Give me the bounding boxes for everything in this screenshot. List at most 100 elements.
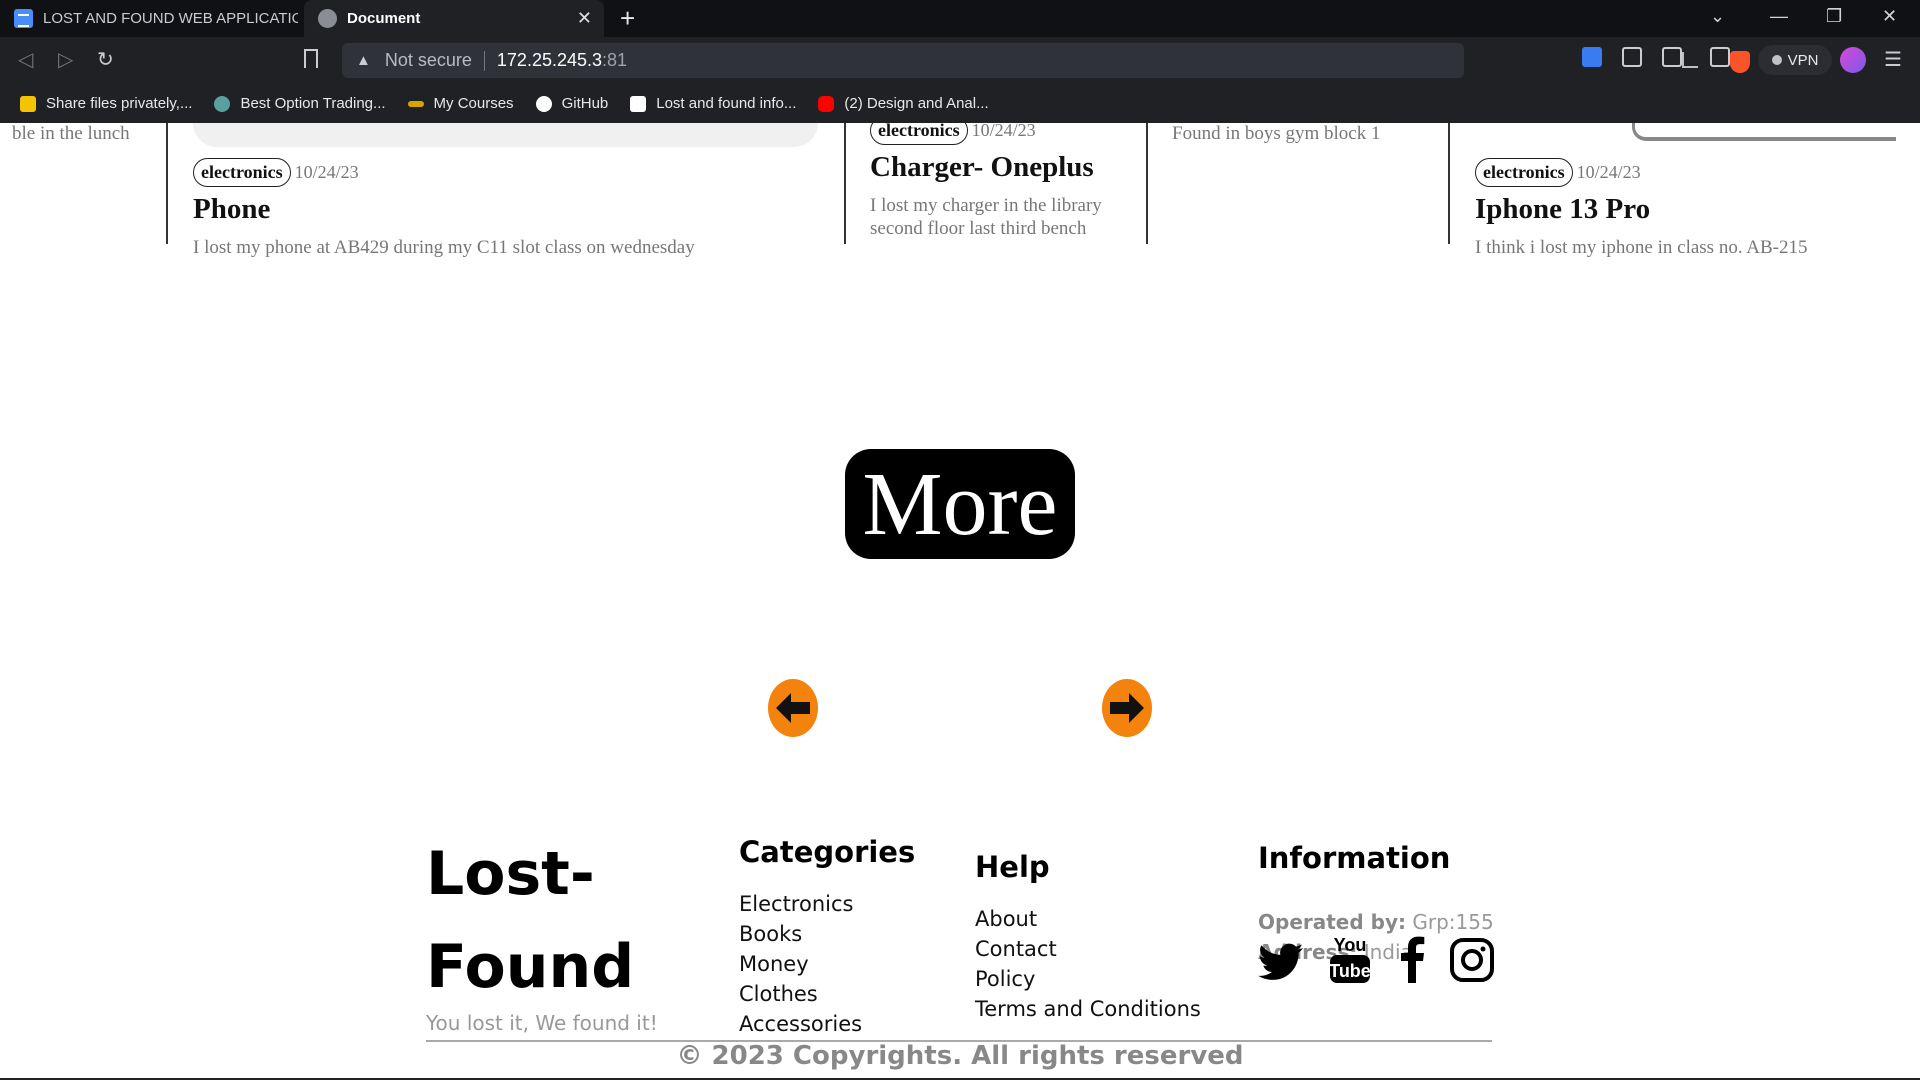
brand-line: Lost- (426, 839, 595, 909)
categories-list: Electronics Books Money Clothes Accessor… (739, 889, 862, 1039)
bookmark-favicon (407, 100, 424, 107)
toolbar: ◁ ▷ ↻ ▲ Not secure 172.25.245.3 :81 VPN … (0, 37, 1920, 84)
footer-link-category[interactable]: Money (739, 949, 862, 979)
card-divider (166, 123, 168, 244)
page-content: ble in the lunch electronics 10/24/23 Pho… (0, 123, 1920, 1080)
youtube-icon[interactable]: You Tube (1328, 933, 1372, 985)
share-icon[interactable] (1682, 52, 1698, 68)
card-description: I lost my phone at AB429 during my C11 s… (193, 237, 695, 258)
bookmark-item[interactable]: (2) Design and Anal... (818, 95, 989, 112)
instagram-icon[interactable] (1450, 938, 1494, 982)
footer-link-about[interactable]: About (975, 904, 1201, 934)
card-title: Iphone 13 Pro (1475, 193, 1651, 225)
card-title: Phone (193, 193, 271, 225)
footer-link-terms[interactable]: Terms and Conditions (975, 994, 1201, 1024)
reload-icon[interactable]: ↻ (97, 47, 114, 72)
twitter-icon[interactable] (1258, 943, 1304, 983)
bookmark-favicon (630, 95, 647, 112)
footer-link-category[interactable]: Clothes (739, 979, 862, 1009)
item-card[interactable]: electronics 10/24/23 Charger- Oneplus I l… (870, 123, 1140, 240)
brave-shields-icon[interactable] (1730, 51, 1750, 73)
back-icon[interactable]: ◁ (18, 47, 33, 72)
copyright-text: © 2023 Copyrights. All rights reserved (676, 1041, 1244, 1071)
omnibox-separator (483, 50, 485, 71)
card-divider (1146, 123, 1148, 244)
footer-link-category[interactable]: Accessories (739, 1009, 862, 1039)
arrow-right-icon (1110, 693, 1144, 723)
tab-strip: LOST AND FOUND WEB APPLICATION Document … (0, 0, 1920, 37)
item-card[interactable]: electronics 10/24/23 Phone I lost my phon… (193, 158, 753, 259)
operated-value: Grp:155 (1412, 910, 1494, 934)
docs-icon (14, 9, 33, 28)
restore-button[interactable]: ❐ (1826, 6, 1842, 27)
card-image (193, 123, 818, 147)
bookmark-label: My Courses (433, 95, 514, 112)
operated-label: Operated by: (1258, 910, 1406, 934)
globe-icon (318, 9, 337, 28)
bookmark-label: Share files privately,... (46, 95, 193, 112)
footer-link-category[interactable]: Books (739, 919, 862, 949)
vpn-status-icon (1771, 55, 1782, 65)
card-divider (844, 123, 846, 244)
svg-text:You: You (1334, 935, 1367, 955)
next-page-button[interactable] (1102, 679, 1152, 737)
puzzle-icon[interactable] (1622, 47, 1642, 67)
extension-icon[interactable] (1582, 47, 1602, 67)
wallet-icon[interactable] (1710, 47, 1730, 67)
warning-icon[interactable]: ▲ (356, 52, 371, 69)
tab-document[interactable]: Document ✕ (304, 0, 604, 37)
address-bar[interactable]: ▲ Not secure 172.25.245.3 :81 (342, 43, 1794, 78)
footer: Lost- Found You lost it, We found it! Ca… (0, 123, 1920, 1080)
card-description: I lost my charger in the library second … (870, 195, 1102, 239)
bookmarks-bar: Share files privately,... Best Option Tr… (0, 84, 1920, 123)
footer-brand: Lost- Found (426, 828, 634, 1014)
facebook-icon[interactable] (1398, 935, 1426, 983)
close-window-button[interactable]: ✕ (1882, 6, 1897, 27)
bookmark-label: Lost and found info... (656, 95, 797, 112)
vpn-label: VPN (1787, 51, 1819, 69)
url-port[interactable]: :81 (602, 50, 627, 71)
tab-label: LOST AND FOUND WEB APPLICATION (43, 10, 298, 27)
svg-text:Tube: Tube (1329, 961, 1371, 981)
bookmark-item[interactable]: My Courses (407, 95, 514, 112)
card-date: 10/24/23 (1576, 162, 1641, 182)
close-tab-icon[interactable]: ✕ (577, 8, 592, 29)
arrow-left-icon (776, 693, 810, 723)
card-description: I think i lost my iphone in class no. AB… (1475, 237, 1808, 258)
information-title: Information (1258, 841, 1451, 875)
card-date: 10/24/23 (294, 162, 359, 182)
card-image (1632, 123, 1896, 141)
bookmark-item[interactable]: Share files privately,... (20, 95, 192, 112)
help-list: About Contact Policy Terms and Condition… (975, 904, 1201, 1024)
partial-card-description: ble in the lunch (12, 123, 130, 144)
profile-avatar[interactable] (1840, 47, 1866, 73)
minimize-button[interactable]: — (1770, 6, 1788, 27)
bookmark-icon[interactable] (304, 49, 318, 68)
bookmark-item[interactable]: Lost and found info... (630, 95, 796, 112)
card-date: 10/24/23 (971, 123, 1036, 140)
prev-page-button[interactable] (768, 679, 818, 737)
bookmark-favicon (20, 95, 36, 112)
footer-link-policy[interactable]: Policy (975, 964, 1201, 994)
vpn-button[interactable]: VPN (1758, 45, 1832, 75)
menu-icon[interactable]: ☰ (1884, 47, 1902, 72)
more-button[interactable]: More (845, 449, 1075, 559)
tab-label: Document (347, 10, 421, 27)
item-card[interactable]: electronics 10/24/23 Iphone 13 Pro I thin… (1475, 158, 1895, 259)
footer-link-category[interactable]: Electronics (739, 889, 862, 919)
bookmark-label: GitHub (561, 95, 609, 112)
operated-by-line: Operated by: Grp:155 (1258, 907, 1494, 937)
sidebar-icon[interactable] (1662, 47, 1682, 67)
tab-lost-and-found[interactable]: LOST AND FOUND WEB APPLICATION (0, 0, 302, 37)
bookmark-item[interactable]: GitHub (535, 95, 609, 112)
footer-tagline: You lost it, We found it! (426, 1011, 658, 1035)
new-tab-button[interactable]: + (620, 3, 635, 34)
url-host[interactable]: 172.25.245.3 (497, 50, 602, 71)
bookmark-item[interactable]: Best Option Trading... (214, 95, 386, 112)
tab-search-icon[interactable]: ⌄ (1710, 6, 1725, 27)
forward-icon[interactable]: ▷ (58, 47, 73, 72)
security-label[interactable]: Not secure (385, 50, 472, 71)
bookmark-favicon (214, 95, 231, 112)
category-badge: electronics (870, 123, 968, 145)
footer-link-contact[interactable]: Contact (975, 934, 1201, 964)
